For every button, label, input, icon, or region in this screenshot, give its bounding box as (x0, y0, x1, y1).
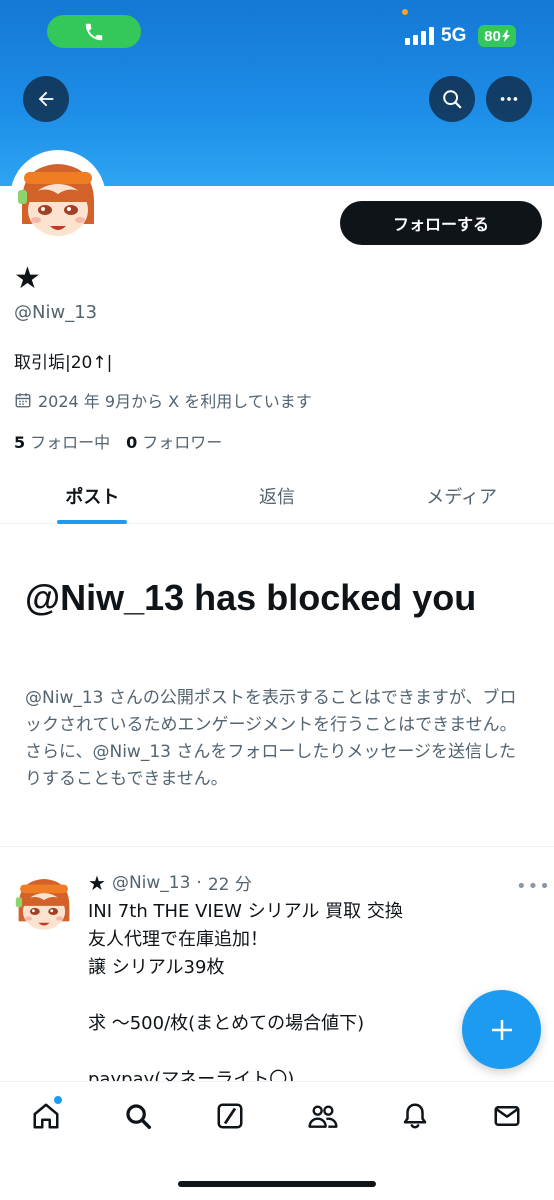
nav-search[interactable] (120, 1098, 156, 1134)
tab-label: メディア (426, 486, 498, 508)
post-text[interactable]: INI 7th THE VIEW シリアル 買取 交換 友人代理で在庫追加！ 譲… (88, 898, 528, 1094)
post-separator: · (196, 872, 202, 893)
nav-communities[interactable] (305, 1098, 341, 1134)
following-count: 5 (14, 433, 26, 452)
follow-stats: 5 フォロー中 0 フォロワー (14, 429, 222, 453)
back-button[interactable] (23, 76, 69, 122)
home-notification-dot (54, 1096, 62, 1104)
phone-icon (85, 23, 103, 40)
anime-character-avatar-image (13, 872, 75, 934)
post-timestamp[interactable]: 22 分 (208, 870, 252, 895)
profile-bio: 取引垢|20↑| (14, 353, 113, 373)
nav-messages[interactable] (489, 1098, 525, 1134)
signal-icon (405, 27, 434, 45)
followers-count: 0 (126, 433, 138, 452)
follow-button[interactable]: フォローする (340, 201, 542, 245)
arrow-left-icon (38, 91, 54, 107)
search-button[interactable] (429, 76, 475, 122)
following-label: フォロー中 (30, 433, 111, 452)
divider (0, 846, 554, 847)
tab-label: 返信 (259, 486, 295, 508)
blocked-title: @Niw_13 has blocked you (25, 577, 477, 618)
search-icon (443, 90, 462, 109)
battery-indicator: 80 (478, 25, 516, 47)
communities-icon (308, 1105, 338, 1128)
tab-posts[interactable]: ポスト (0, 468, 185, 524)
network-type: 5G (441, 25, 467, 46)
active-call-indicator[interactable] (47, 15, 141, 48)
bottom-navigation (0, 1081, 554, 1200)
post-author-avatar[interactable] (13, 872, 75, 934)
search-icon (126, 1104, 151, 1129)
charging-bolt-icon (501, 30, 510, 42)
tab-media[interactable]: メディア (369, 468, 554, 523)
home-icon (33, 1103, 59, 1129)
profile-tabs: ポスト 返信 メディア (0, 468, 554, 524)
notifications-icon (403, 1103, 427, 1129)
profile-display-name: ★ (14, 261, 41, 296)
home-indicator[interactable] (178, 1181, 376, 1187)
battery-level: 80 (484, 27, 501, 45)
tab-label: ポスト (65, 486, 120, 508)
tab-replies[interactable]: 返信 (185, 468, 370, 523)
compose-post-button[interactable] (462, 990, 541, 1069)
profile-avatar[interactable] (10, 150, 106, 246)
following-link[interactable]: 5 フォロー中 (14, 429, 110, 453)
followers-label: フォロワー (142, 433, 223, 452)
active-tab-indicator (57, 520, 128, 524)
calendar-icon (15, 393, 31, 408)
more-horizontal-icon (500, 97, 518, 101)
profile-handle: @Niw_13 (14, 302, 98, 323)
joined-date: 2024 年 9月から X を利用しています (14, 388, 312, 412)
post-more-button[interactable]: ••• (516, 876, 551, 897)
more-options-button[interactable] (486, 76, 532, 122)
post-author-handle[interactable]: @Niw_13 (112, 873, 190, 893)
nav-grok[interactable] (212, 1098, 248, 1134)
nav-notifications[interactable] (397, 1098, 433, 1134)
messages-icon (494, 1106, 520, 1126)
followers-link[interactable]: 0 フォロワー (126, 429, 222, 453)
grok-icon (217, 1103, 243, 1129)
post-author-name[interactable]: ★ (88, 871, 106, 895)
blocked-description: @Niw_13 さんの公開ポストを表示することはできますが、ブロックされているた… (25, 688, 517, 789)
joined-date-text: 2024 年 9月から X を利用しています (38, 392, 312, 411)
post-header: ★ @Niw_13 · 22 分 (88, 870, 252, 896)
anime-character-avatar-image (14, 154, 102, 242)
plus-icon (491, 1019, 512, 1040)
privacy-indicator (402, 9, 408, 15)
